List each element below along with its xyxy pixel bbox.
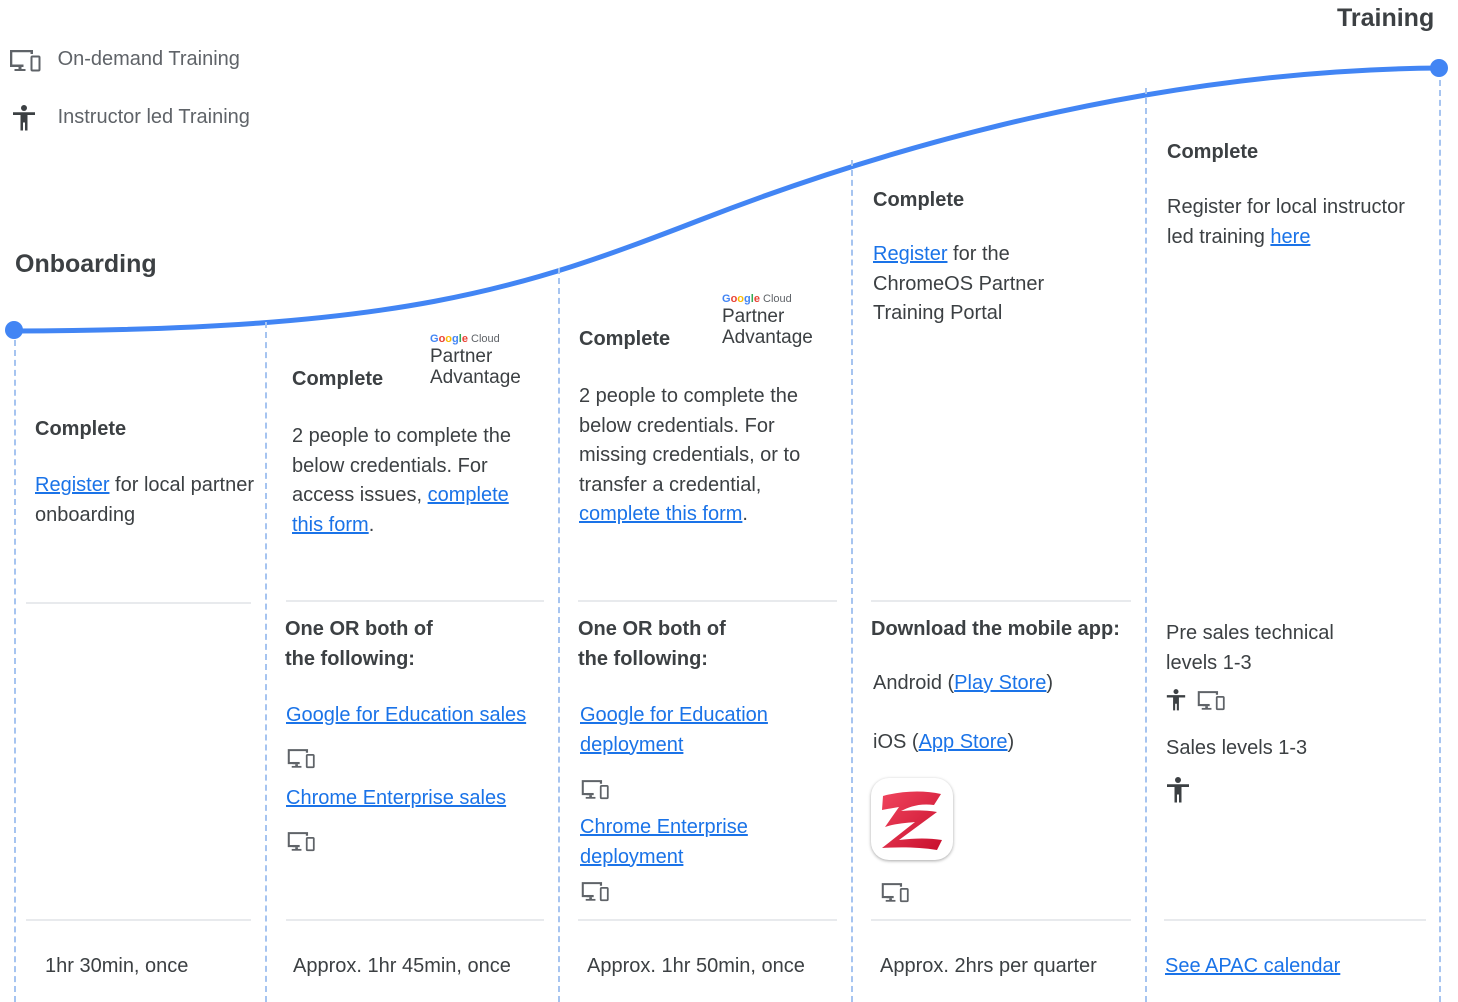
- col5-body: Register for local instructor led traini…: [1167, 193, 1432, 252]
- divider-dashed: [265, 322, 267, 1002]
- col3-intro: 2 people to complete the below credentia…: [579, 385, 801, 496]
- col1-duration: 1hr 30min, once: [45, 955, 189, 977]
- divider-dashed: [558, 268, 560, 1002]
- col3-duration: Approx. 1hr 50min, once: [587, 955, 805, 977]
- devices-icon: [286, 830, 316, 852]
- app-logo-icon: [882, 791, 942, 850]
- col3-logo-line1: Google Cloud: [722, 293, 792, 305]
- col3-form-link[interactable]: complete this form: [579, 503, 742, 525]
- app-store-link[interactable]: App Store: [919, 731, 1008, 753]
- separator: [286, 600, 544, 602]
- col4-ios-prefix: iOS (: [873, 731, 919, 753]
- col2-subheading: One OR both of the following:: [285, 618, 433, 670]
- devices-icon: [880, 881, 910, 903]
- separator: [871, 600, 1131, 602]
- mobile-app-icon[interactable]: [871, 778, 953, 860]
- col2-logo-line2: Partner: [430, 346, 493, 367]
- devices-icon: [580, 880, 610, 902]
- col3-subheading: One OR both of the following:: [578, 618, 726, 670]
- separator: [286, 919, 544, 921]
- col3-partner-logo: Google Cloud Partner Advantage: [722, 293, 813, 348]
- person-icon: [1166, 689, 1186, 711]
- col2-course-1-link[interactable]: Google for Education sales: [286, 701, 526, 731]
- col3-heading: Complete: [579, 328, 671, 350]
- col4-ios: iOS (App Store): [873, 728, 1014, 758]
- col3-body: 2 people to complete the below credentia…: [579, 382, 834, 530]
- col3-course-2-link[interactable]: Chrome Enterprise deployment: [580, 813, 800, 872]
- col2-duration: Approx. 1hr 45min, once: [293, 955, 511, 977]
- devices-icon: [580, 778, 610, 800]
- col3-logo-line3: Advantage: [722, 327, 813, 348]
- col4-body: Register for the ChromeOS Partner Traini…: [873, 240, 1093, 329]
- col5-item-presales: Pre sales technical levels 1-3: [1166, 622, 1334, 674]
- col4-android-suffix: ): [1046, 672, 1054, 694]
- divider-dashed: [851, 160, 853, 1002]
- col2-body: 2 people to complete the below credentia…: [292, 422, 517, 540]
- divider-dashed: [14, 340, 16, 1002]
- separator: [26, 602, 251, 604]
- col2-partner-logo: Google Cloud Partner Advantage: [430, 333, 521, 388]
- col1-body: Register for local partner onboarding: [35, 471, 255, 530]
- separator: [26, 919, 251, 921]
- play-store-link[interactable]: Play Store: [954, 672, 1046, 694]
- col2-course-2-link[interactable]: Chrome Enterprise sales: [286, 784, 506, 814]
- col5-presales-icons: [1166, 685, 1226, 715]
- separator: [1164, 919, 1426, 921]
- col4-subheading: Download the mobile app:: [871, 618, 1120, 640]
- col1-heading: Complete: [35, 418, 127, 440]
- col2-logo-line1: Google Cloud: [430, 333, 500, 345]
- col4-android-prefix: Android (: [873, 672, 955, 694]
- col3-course-1-link[interactable]: Google for Education deployment: [580, 701, 800, 760]
- col3-tail: .: [742, 503, 748, 525]
- devices-icon: [286, 747, 316, 769]
- col2-heading: Complete: [292, 368, 384, 390]
- col4-ios-suffix: ): [1007, 731, 1015, 753]
- devices-icon: [1196, 689, 1226, 711]
- separator: [578, 919, 837, 921]
- col4-duration: Approx. 2hrs per quarter: [880, 955, 1097, 977]
- col2-tail: .: [368, 513, 375, 536]
- col2-logo-line3: Advantage: [430, 367, 521, 388]
- divider-dashed: [1439, 80, 1441, 1002]
- col3-logo-line2: Partner: [722, 306, 785, 327]
- journey-end-dot: [1430, 59, 1448, 77]
- col1-register-link[interactable]: Register: [35, 474, 109, 496]
- person-icon: [1166, 776, 1190, 804]
- col5-item-sales: Sales levels 1-3: [1166, 737, 1308, 759]
- col4-android: Android (Play Store): [873, 669, 1053, 699]
- col5-heading: Complete: [1167, 141, 1259, 163]
- separator: [578, 600, 837, 602]
- journey-start-dot: [5, 321, 23, 339]
- apac-calendar-link[interactable]: See APAC calendar: [1165, 952, 1340, 982]
- divider-dashed: [1145, 88, 1147, 1002]
- col4-heading: Complete: [873, 189, 965, 211]
- col4-register-link[interactable]: Register: [873, 243, 947, 265]
- col5-here-link[interactable]: here: [1270, 226, 1310, 248]
- separator: [871, 919, 1131, 921]
